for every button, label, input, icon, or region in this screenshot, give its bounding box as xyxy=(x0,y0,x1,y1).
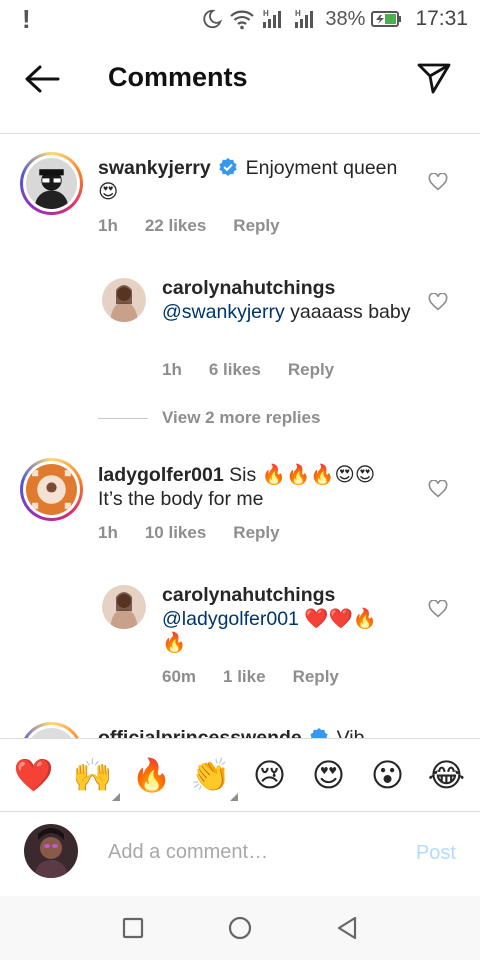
header-divider xyxy=(0,133,480,134)
comment-username[interactable]: ladygolfer001 xyxy=(98,464,224,486)
comment-username[interactable]: swankyjerry xyxy=(98,157,211,179)
emoji-raised-hands-button[interactable]: 🙌 xyxy=(68,755,120,801)
view-more-label: View 2 more replies xyxy=(162,408,321,427)
avatar xyxy=(26,464,77,515)
comment-input[interactable] xyxy=(108,838,398,866)
status-bar: ! H H 38% 17:31 xyxy=(0,0,480,38)
comment-body: carolynahutchings @ladygolfer001 ❤️❤️🔥 🔥 xyxy=(162,583,412,655)
status-icons: H H 38% 17:31 xyxy=(201,0,468,38)
svg-text:H: H xyxy=(263,9,269,18)
clock: 17:31 xyxy=(415,7,468,30)
comment-time: 1h xyxy=(98,216,118,235)
triangle-back-icon xyxy=(337,916,356,940)
comment-text: Enjoyment queen xyxy=(245,157,398,179)
comment-text: ❤️❤️🔥 xyxy=(304,608,378,630)
avatar[interactable] xyxy=(102,585,146,629)
comment-meta: 1h 10 likes Reply xyxy=(98,523,307,543)
emoji-fire-button[interactable]: 🔥 xyxy=(127,755,177,795)
avatar-story-ring[interactable] xyxy=(20,722,83,738)
skin-tone-indicator-icon xyxy=(111,793,120,801)
comment-time: 1h xyxy=(162,360,182,379)
system-nav-bar xyxy=(0,896,480,960)
signal-icon-1: H xyxy=(263,9,282,28)
comment-likes[interactable]: 22 likes xyxy=(145,216,206,236)
comment-time: 60m xyxy=(162,667,197,686)
emoji-quick-bar: ❤️ 🙌 🔥 👏 😢 😍 😮 😂 xyxy=(0,738,480,812)
skin-tone-indicator-icon xyxy=(229,793,238,801)
comment-meta: 1h 22 likes Reply xyxy=(98,216,307,236)
comment-text: Sis 🔥🔥🔥😍😍 xyxy=(229,464,376,486)
comment-username[interactable]: officialprincesswende xyxy=(98,727,302,738)
home-button[interactable] xyxy=(225,913,255,943)
comment-body: officialprincesswende Vib... xyxy=(98,726,438,738)
do-not-disturb-icon xyxy=(203,9,223,29)
reply-button[interactable]: Reply xyxy=(233,523,279,543)
comment-composer: Post xyxy=(0,812,480,896)
back-system-button[interactable] xyxy=(332,913,362,943)
post-button[interactable]: Post xyxy=(416,842,456,865)
comment-likes[interactable]: 10 likes xyxy=(145,523,206,543)
page-title: Comments xyxy=(108,62,248,92)
like-heart-icon[interactable] xyxy=(428,293,448,311)
battery-percent: 38% xyxy=(325,7,366,30)
comment-body: carolynahutchings @swankyjerry yaaaass b… xyxy=(162,276,412,324)
arrow-left-icon xyxy=(25,65,60,93)
circle-icon xyxy=(228,916,252,940)
wifi-icon xyxy=(230,10,255,30)
share-button[interactable] xyxy=(416,60,452,96)
like-heart-icon[interactable] xyxy=(428,600,448,618)
emoji-crying-button[interactable]: 😢 xyxy=(245,755,295,795)
like-heart-icon[interactable] xyxy=(428,173,448,191)
avatar xyxy=(26,158,77,209)
comment-time: 1h xyxy=(98,523,118,542)
verified-badge-icon xyxy=(310,728,328,738)
paper-plane-icon xyxy=(417,63,451,94)
comment-username[interactable]: carolynahutchings xyxy=(162,277,335,299)
back-button[interactable] xyxy=(22,62,62,96)
verified-badge-icon xyxy=(219,158,237,176)
comment-mention[interactable]: @swankyjerry xyxy=(162,301,285,323)
avatar xyxy=(26,728,77,738)
avatar-story-ring[interactable] xyxy=(20,458,83,521)
current-user-avatar xyxy=(24,824,78,878)
emoji-clap: 👏 xyxy=(190,757,231,793)
emoji-heart-button[interactable]: ❤️ xyxy=(9,755,59,795)
battery-charging-icon xyxy=(371,11,402,27)
emoji-heart-eyes-button[interactable]: 😍 xyxy=(304,755,354,795)
comment-text: Vib... xyxy=(336,727,381,738)
reply-button[interactable]: Reply xyxy=(288,360,334,380)
divider-line xyxy=(98,417,148,419)
status-alert-icon: ! xyxy=(22,3,31,34)
recent-apps-button[interactable] xyxy=(118,913,148,943)
comment-body: ladygolfer001 Sis 🔥🔥🔥😍😍 It’s the body fo… xyxy=(98,463,428,511)
avatar[interactable] xyxy=(102,278,146,322)
comment-body: swankyjerry Enjoyment queen 😍 xyxy=(98,156,428,204)
comment-mention[interactable]: @ladygolfer001 xyxy=(162,608,299,630)
comment-emoji: 🔥 xyxy=(162,632,187,654)
comment-likes[interactable]: 6 likes xyxy=(209,360,261,380)
signal-icon-2: H xyxy=(295,9,314,28)
square-icon xyxy=(123,917,144,939)
comment-text: yaaaass baby xyxy=(290,301,411,323)
comment-text-line2: It’s the body for me xyxy=(98,488,264,510)
comment-item-partial: officialprincesswende Vib... xyxy=(0,712,480,738)
like-heart-icon[interactable] xyxy=(428,480,448,498)
emoji-surprised-button[interactable]: 😮 xyxy=(363,755,413,795)
emoji-laughing-button[interactable]: 😂 xyxy=(422,755,472,795)
comment-meta: 1h 6 likes Reply xyxy=(162,360,361,380)
comment-username[interactable]: carolynahutchings xyxy=(162,584,335,606)
comment-meta: 60m 1 like Reply xyxy=(162,667,366,687)
avatar-story-ring[interactable] xyxy=(20,152,83,215)
emoji-clap-button[interactable]: 👏 xyxy=(186,755,238,801)
comment-emoji: 😍 xyxy=(98,181,119,203)
view-more-replies[interactable]: View 2 more replies xyxy=(98,408,320,428)
emoji-raised-hands: 🙌 xyxy=(72,757,113,793)
reply-button[interactable]: Reply xyxy=(233,216,279,236)
header: Comments xyxy=(0,44,480,114)
comment-likes[interactable]: 1 like xyxy=(223,667,266,687)
reply-button[interactable]: Reply xyxy=(293,667,339,687)
svg-text:H: H xyxy=(295,9,301,18)
